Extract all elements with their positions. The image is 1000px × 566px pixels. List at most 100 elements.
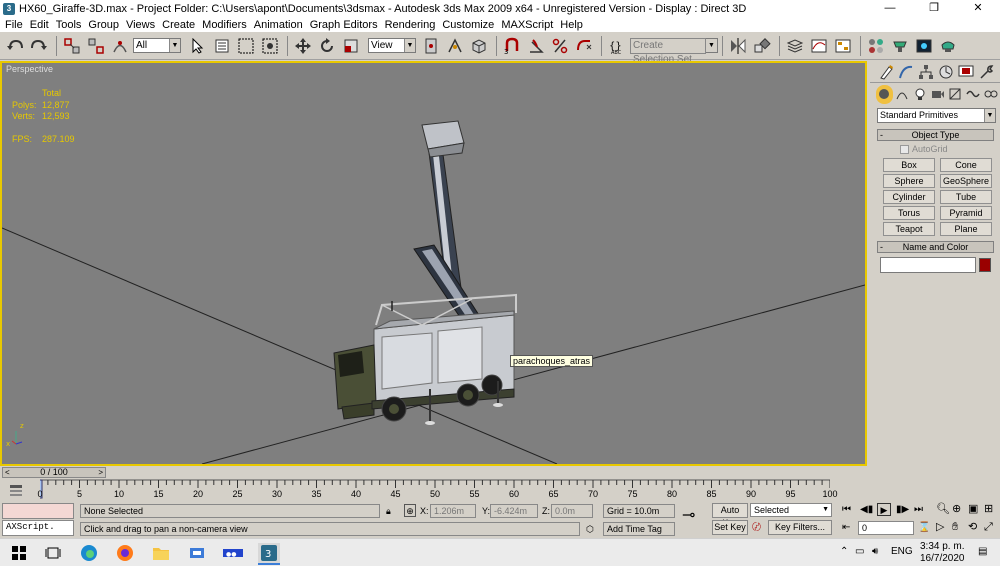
- key-icon[interactable]: ⊸: [682, 508, 695, 524]
- previous-frame-icon[interactable]: <: [5, 468, 10, 477]
- layer-manager-icon[interactable]: [784, 35, 806, 57]
- next-frame-icon[interactable]: >: [98, 468, 103, 477]
- menu-customize[interactable]: Customize: [441, 19, 500, 31]
- mirror-icon[interactable]: [727, 35, 749, 57]
- notifications-icon[interactable]: ▤: [978, 546, 987, 557]
- 3dsmax-app-icon[interactable]: 3: [3, 2, 15, 15]
- perspective-viewport[interactable]: z x Perspective Total Polys: 12,877 Verts…: [0, 61, 867, 466]
- tray-volume-icon[interactable]: 🔊︎: [872, 546, 878, 557]
- viewport-label[interactable]: Perspective: [6, 64, 53, 74]
- menu-rendering[interactable]: Rendering: [384, 19, 442, 31]
- named-selection-sets-input[interactable]: Create Selection Set: [630, 37, 706, 65]
- helpers-icon[interactable]: [947, 85, 964, 104]
- pan-view-icon[interactable]: ✋︎: [952, 521, 958, 533]
- auto-key-button[interactable]: Auto Key: [712, 503, 748, 528]
- motion-tab-icon[interactable]: [936, 62, 955, 81]
- name-and-color-rollout-header[interactable]: - Name and Color: [877, 241, 994, 253]
- edit-named-selection-icon[interactable]: {} ABC: [606, 35, 628, 57]
- minimize-button[interactable]: —: [868, 0, 912, 17]
- zoom-extents-icon[interactable]: ▣: [968, 503, 978, 515]
- field-of-view-icon[interactable]: ▷: [936, 521, 944, 533]
- cone-button[interactable]: Cone: [940, 158, 992, 172]
- current-frame-field[interactable]: 0: [858, 521, 914, 535]
- add-time-tag-button[interactable]: Add Time Tag: [603, 522, 675, 536]
- tray-chevron-up-icon[interactable]: ⌃: [840, 546, 848, 557]
- zoom-extents-all-icon[interactable]: ⊞: [984, 503, 993, 515]
- menu-modifiers[interactable]: Modifiers: [201, 19, 253, 31]
- 3dsmax-taskbar-icon[interactable]: 3: [258, 543, 280, 565]
- absolute-mode-icon[interactable]: ⊕: [404, 504, 416, 517]
- curve-editor-icon[interactable]: [808, 35, 830, 57]
- menu-graph-editors[interactable]: Graph Editors: [309, 19, 384, 31]
- cylinder-button[interactable]: Cylinder: [883, 190, 935, 204]
- go-to-end-icon[interactable]: ⏭: [914, 504, 923, 516]
- maxscript-mini-input[interactable]: AXScript.: [2, 520, 74, 536]
- hierarchy-tab-icon[interactable]: [916, 62, 935, 81]
- time-slider[interactable]: < 0 / 100 >: [2, 467, 106, 478]
- menu-maxscript[interactable]: MAXScript: [500, 19, 559, 31]
- lights-icon[interactable]: [911, 85, 928, 104]
- play-icon[interactable]: ▶: [877, 503, 891, 516]
- bind-to-space-warp-icon[interactable]: [109, 35, 131, 57]
- menu-group[interactable]: Group: [87, 19, 125, 31]
- keyboard-shortcut-override-icon[interactable]: [468, 35, 490, 57]
- create-tab-icon[interactable]: [876, 62, 895, 81]
- render-production-icon[interactable]: [937, 35, 959, 57]
- maximize-viewport-icon[interactable]: ⤢: [984, 521, 993, 533]
- teapot-button[interactable]: Teapot: [883, 222, 935, 236]
- geometry-icon[interactable]: [876, 84, 893, 104]
- rotate-icon[interactable]: [316, 35, 338, 57]
- display-tab-icon[interactable]: [956, 62, 975, 81]
- x-coordinate-field[interactable]: 1.206m: [430, 504, 476, 518]
- menu-help[interactable]: Help: [559, 19, 589, 31]
- box-button[interactable]: Box: [883, 158, 935, 172]
- pivot-center-icon[interactable]: [420, 35, 442, 57]
- reference-coordinate-dropdown[interactable]: View ▼: [368, 38, 416, 53]
- tray-clock-date[interactable]: 16/7/2020: [920, 553, 965, 564]
- network-app-icon[interactable]: [186, 543, 208, 563]
- key-mode-dropdown[interactable]: Selected ▼: [750, 503, 832, 517]
- object-color-swatch[interactable]: [979, 258, 991, 272]
- sphere-button[interactable]: Sphere: [883, 174, 935, 188]
- menu-tools[interactable]: Tools: [55, 19, 88, 31]
- media-app-icon[interactable]: ●●: [222, 543, 244, 563]
- select-and-manipulate-icon[interactable]: [444, 35, 466, 57]
- space-warps-icon[interactable]: [965, 85, 982, 104]
- systems-icon[interactable]: [982, 85, 999, 104]
- geosphere-button[interactable]: GeoSphere: [940, 174, 992, 188]
- windows-start-icon[interactable]: [8, 543, 30, 563]
- material-editor-icon[interactable]: [865, 35, 887, 57]
- select-by-name-icon[interactable]: [211, 35, 233, 57]
- selection-filter-dropdown[interactable]: All ▼: [133, 38, 181, 53]
- task-view-icon[interactable]: [42, 543, 64, 563]
- shapes-icon[interactable]: [894, 85, 911, 104]
- torus-button[interactable]: Torus: [883, 206, 935, 220]
- time-configuration-icon[interactable]: ⌛: [918, 522, 930, 534]
- orbit-icon[interactable]: ⟲: [968, 521, 977, 533]
- schematic-view-icon[interactable]: [832, 35, 854, 57]
- primitive-category-dropdown[interactable]: Standard Primitives ▼: [877, 108, 996, 123]
- rectangular-selection-icon[interactable]: [235, 35, 257, 57]
- menu-animation[interactable]: Animation: [253, 19, 309, 31]
- modify-tab-icon[interactable]: [896, 62, 915, 81]
- object-type-rollout-header[interactable]: - Object Type: [877, 129, 994, 141]
- firefox-icon[interactable]: [114, 543, 136, 563]
- file-explorer-icon[interactable]: [150, 543, 172, 563]
- render-setup-icon[interactable]: [889, 35, 911, 57]
- maxscript-listener-mini[interactable]: [2, 503, 74, 519]
- tray-network-icon[interactable]: ▭: [855, 546, 864, 557]
- plane-button[interactable]: Plane: [940, 222, 992, 236]
- unlink-selection-icon[interactable]: [85, 35, 107, 57]
- spinner-snap-icon[interactable]: [573, 35, 595, 57]
- zoom-icon[interactable]: 🔍︎: [936, 503, 950, 515]
- restore-button[interactable]: ❐: [912, 0, 956, 17]
- undo-icon[interactable]: [4, 35, 26, 57]
- previous-key-icon[interactable]: ◀▮: [860, 504, 873, 516]
- percent-snap-icon[interactable]: [549, 35, 571, 57]
- selection-lock-icon[interactable]: 🔒︎: [386, 505, 391, 517]
- set-key-button[interactable]: Set Key: [712, 520, 748, 535]
- key-filter-icon[interactable]: 〄: [752, 521, 761, 533]
- menu-edit[interactable]: Edit: [29, 19, 55, 31]
- pyramid-button[interactable]: Pyramid: [940, 206, 992, 220]
- named-selection-dropdown[interactable]: ▼: [706, 38, 718, 53]
